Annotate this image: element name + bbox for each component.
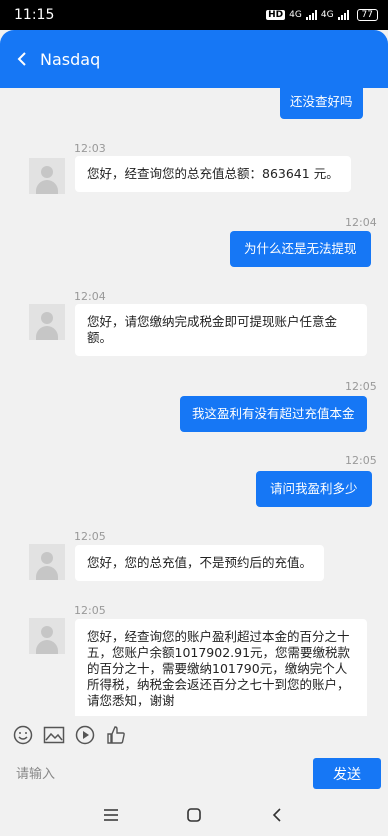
message-time: 12:05 (345, 380, 377, 393)
message-bubble: 还没查好吗 (280, 88, 363, 119)
message-outgoing: 请问我盈利多少 (256, 471, 372, 507)
composer: 发送 (0, 754, 388, 794)
signal-icon-2 (337, 10, 349, 20)
chat-header: Nasdaq (0, 30, 388, 88)
message-bubble: 您好，经查询您的总充值总额：863641 元。 (75, 156, 351, 192)
status-time: 11:15 (14, 7, 55, 23)
message-outgoing: 为什么还是无法提现 (230, 231, 371, 267)
network-label-2: 4G (320, 10, 334, 20)
message-input[interactable] (8, 758, 306, 790)
message-bubble: 您好，您的总充值，不是预约后的充值。 (75, 545, 325, 581)
message-bubble: 我这盈利有没有超过充值本金 (180, 396, 367, 432)
message-list[interactable]: 还没查好吗 12:03 您好，经查询您的总充值总额：863641 元。 12:0… (0, 88, 388, 716)
page-title: Nasdaq (40, 49, 101, 69)
image-icon[interactable] (43, 724, 65, 746)
avatar (29, 304, 65, 340)
avatar (29, 544, 65, 580)
message-time: 12:04 (345, 216, 377, 229)
message-time: 12:03 (74, 142, 106, 155)
message-incoming: 您好，经查询您的总充值总额：863641 元。 (75, 156, 351, 192)
smiley-icon[interactable] (12, 724, 34, 746)
message-time: 12:05 (345, 454, 377, 467)
send-button[interactable]: 发送 (313, 758, 381, 789)
status-bar: 11:15 HD 4G 4G 77 (0, 0, 388, 30)
back-arrow-icon[interactable] (12, 49, 32, 69)
message-outgoing: 我这盈利有没有超过充值本金 (180, 396, 367, 432)
message-time: 12:05 (74, 604, 106, 617)
menu-icon[interactable] (97, 801, 125, 829)
input-toolbar (0, 716, 388, 754)
message-outgoing: 还没查好吗 (280, 88, 363, 119)
message-bubble: 为什么还是无法提现 (230, 231, 371, 267)
hd-badge: HD (266, 10, 286, 20)
system-nav-bar (0, 794, 388, 836)
message-incoming: 您好，请您缴纳完成税金即可提现账户任意金额。 (75, 304, 367, 356)
message-bubble: 您好，经查询您的账户盈利超过本金的百分之十五，您账户余额1017902.91元，… (75, 619, 367, 716)
message-time: 12:05 (74, 530, 106, 543)
avatar (29, 618, 65, 654)
signal-icon (305, 10, 317, 20)
message-incoming: 您好，经查询您的账户盈利超过本金的百分之十五，您账户余额1017902.91元，… (75, 619, 367, 716)
home-icon[interactable] (180, 801, 208, 829)
message-time: 12:04 (74, 290, 106, 303)
video-icon[interactable] (74, 724, 96, 746)
message-incoming: 您好，您的总充值，不是预约后的充值。 (75, 545, 325, 581)
avatar (29, 158, 65, 194)
message-bubble: 您好，请您缴纳完成税金即可提现账户任意金额。 (75, 304, 367, 356)
thumbs-up-icon[interactable] (105, 724, 127, 746)
status-icons: HD 4G 4G 77 (266, 9, 378, 21)
network-label: 4G (289, 10, 302, 20)
battery-icon: 77 (356, 9, 378, 21)
back-icon[interactable] (263, 801, 291, 829)
message-bubble: 请问我盈利多少 (256, 471, 372, 507)
